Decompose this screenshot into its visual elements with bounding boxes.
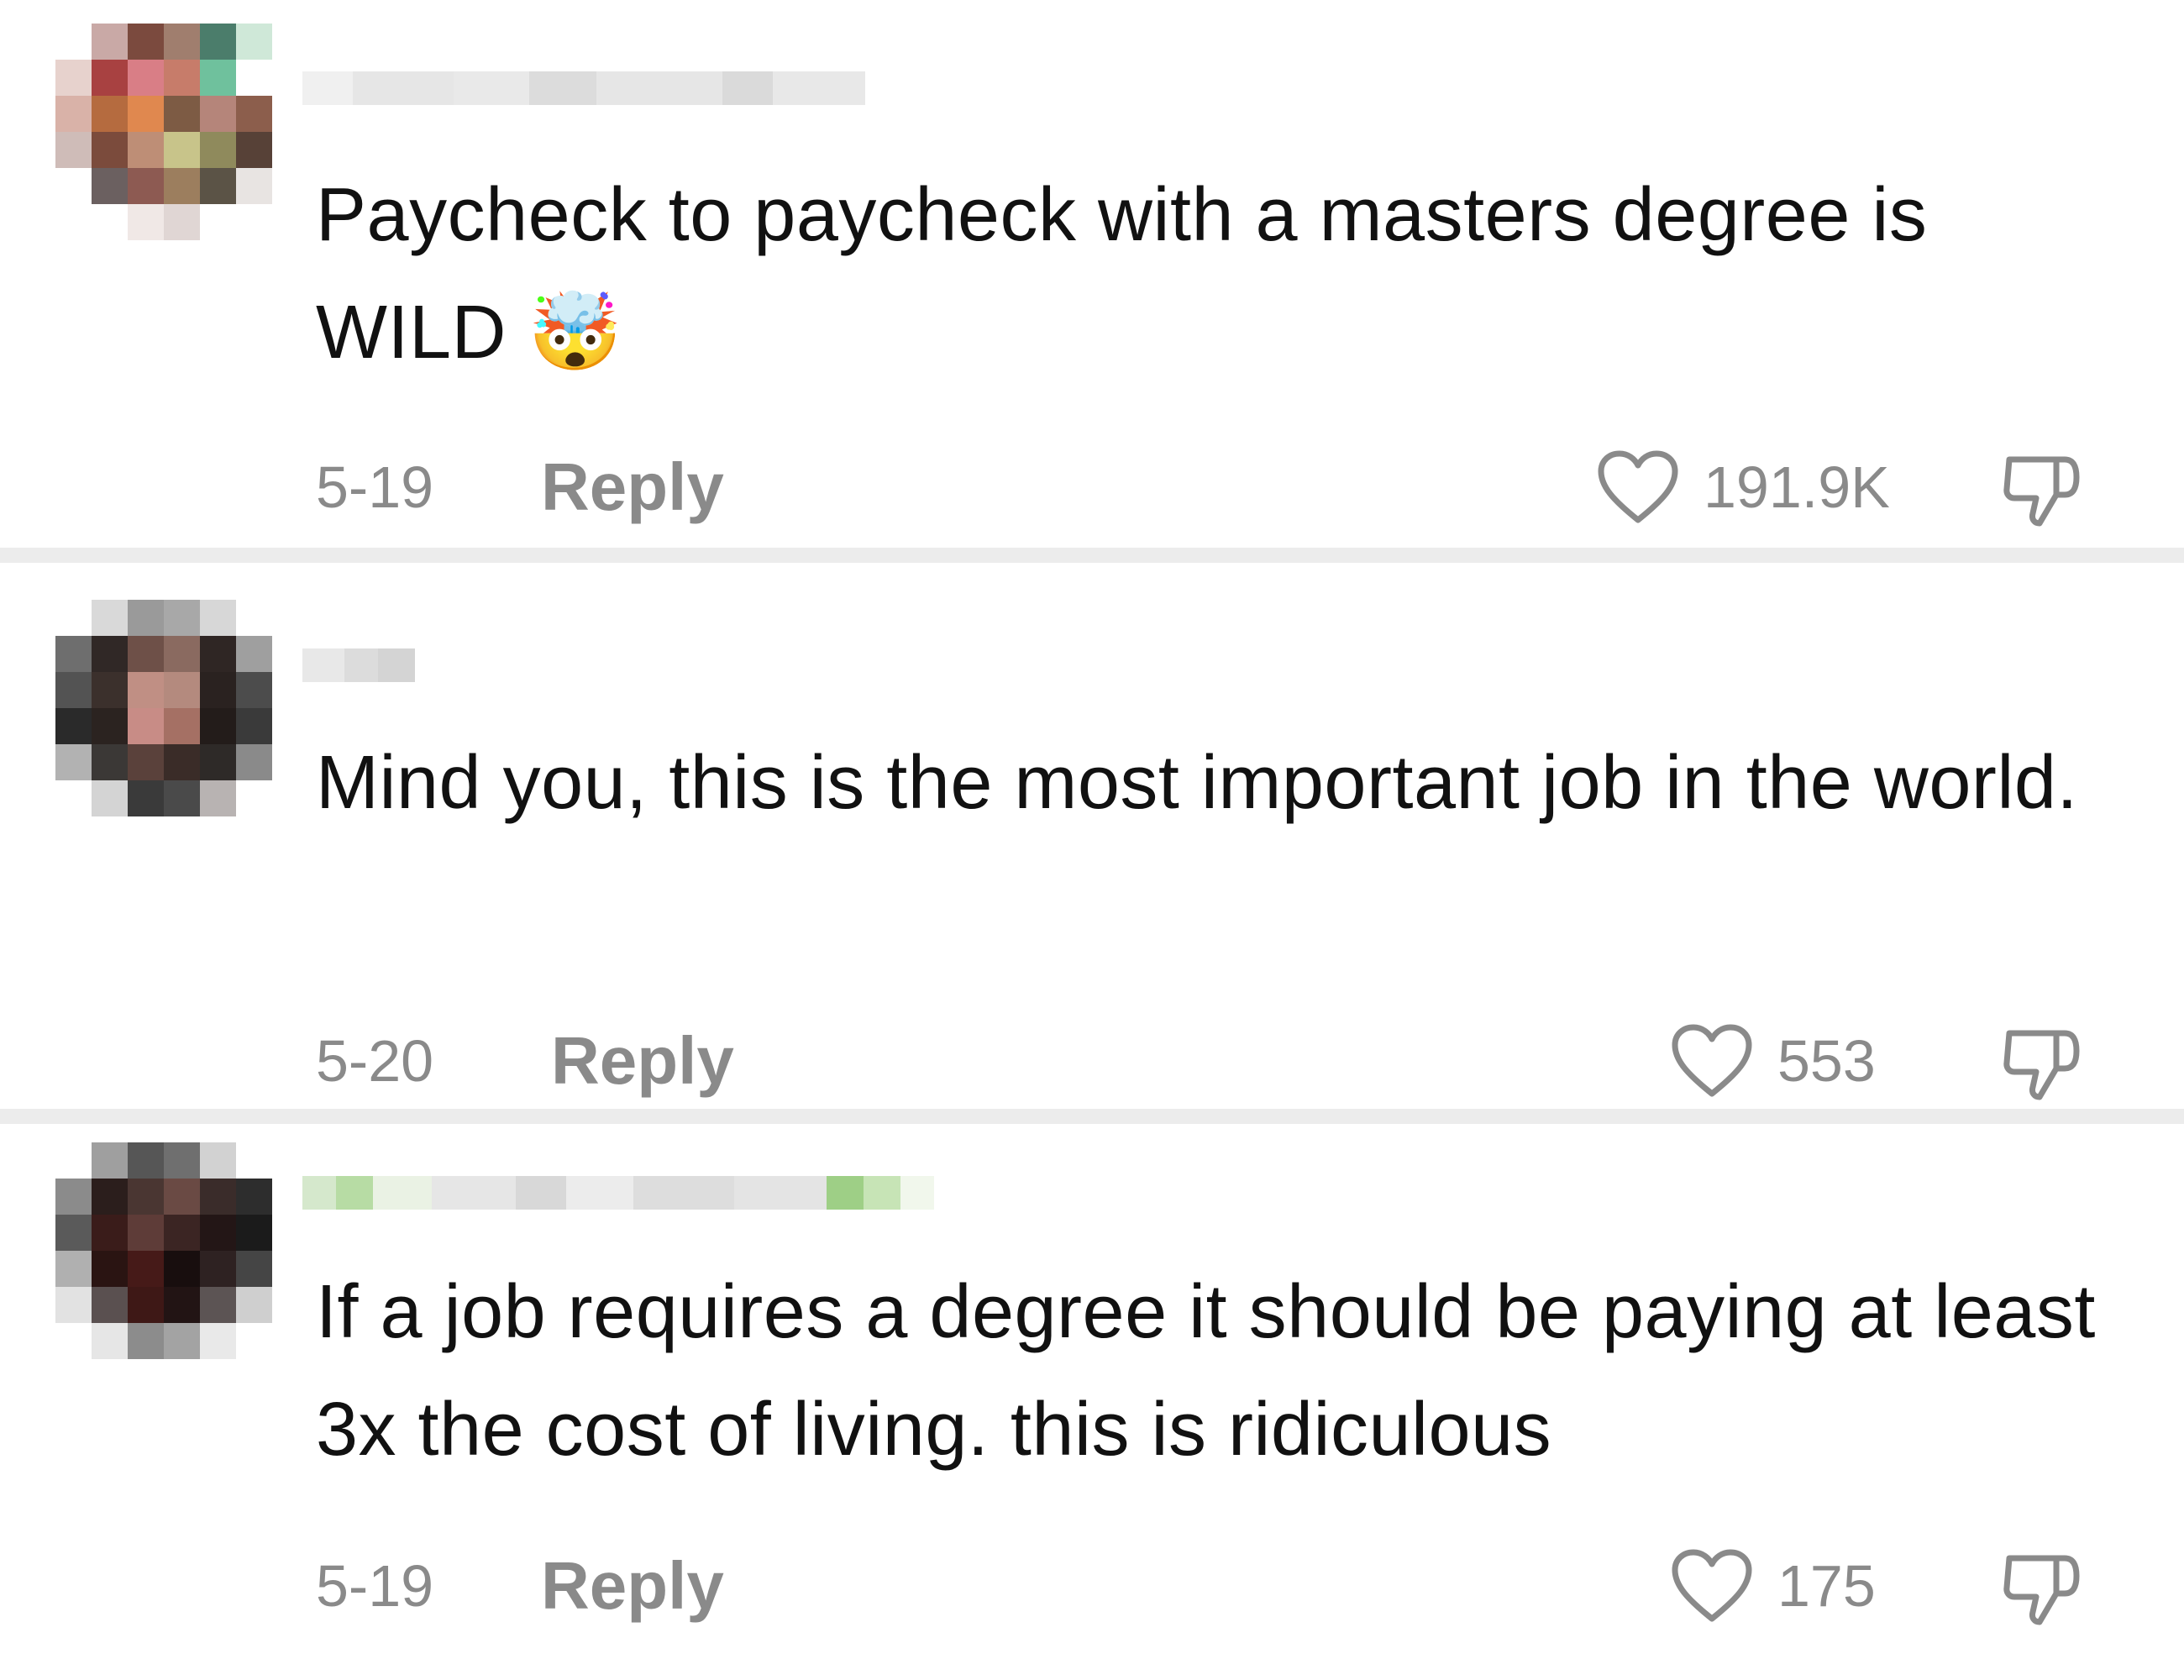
- comment-text: Mind you, this is the most important job…: [316, 741, 2078, 825]
- like-count: 553: [1777, 1028, 1876, 1094]
- reply-button[interactable]: Reply: [551, 1019, 734, 1103]
- comment-date: 5-19: [316, 1553, 434, 1619]
- heart-outline-icon[interactable]: [1670, 1023, 1754, 1099]
- avatar[interactable]: [55, 24, 272, 240]
- comment-date: 5-20: [316, 1028, 434, 1094]
- comment-date: 5-19: [316, 454, 434, 520]
- mind-blown-emoji: 🤯: [528, 291, 623, 375]
- username-redacted[interactable]: [302, 1159, 934, 1226]
- comment-text: Paycheck to paycheck with a masters degr…: [316, 173, 1928, 375]
- comment-divider: [0, 548, 2184, 563]
- comment-actions: 5-19 Reply 175: [316, 1544, 2184, 1628]
- comment-text: If a job requires a degree it should be …: [316, 1270, 2096, 1472]
- thumbs-down-icon[interactable]: [1999, 1548, 2083, 1632]
- username-redacted[interactable]: [302, 632, 415, 699]
- heart-outline-icon[interactable]: [1670, 1548, 1754, 1624]
- comment-actions: 5-19 Reply 191.9K: [316, 445, 2184, 529]
- thumbs-down-icon[interactable]: [1999, 449, 2083, 533]
- like-count: 191.9K: [1704, 454, 1890, 520]
- username-redacted[interactable]: [302, 55, 865, 122]
- reply-button[interactable]: Reply: [541, 445, 724, 529]
- heart-outline-icon[interactable]: [1596, 449, 1680, 525]
- thumbs-down-icon[interactable]: [1999, 1023, 2083, 1107]
- like-count: 175: [1777, 1553, 1876, 1619]
- like-group: 175: [1670, 1544, 1876, 1628]
- like-group: 191.9K: [1596, 445, 1890, 529]
- comment-divider: [0, 1109, 2184, 1124]
- avatar[interactable]: [55, 600, 272, 816]
- reply-button[interactable]: Reply: [541, 1544, 724, 1628]
- comment-actions: 5-20 Reply 553: [316, 1019, 2184, 1103]
- like-group: 553: [1670, 1019, 1876, 1103]
- avatar[interactable]: [55, 1142, 272, 1359]
